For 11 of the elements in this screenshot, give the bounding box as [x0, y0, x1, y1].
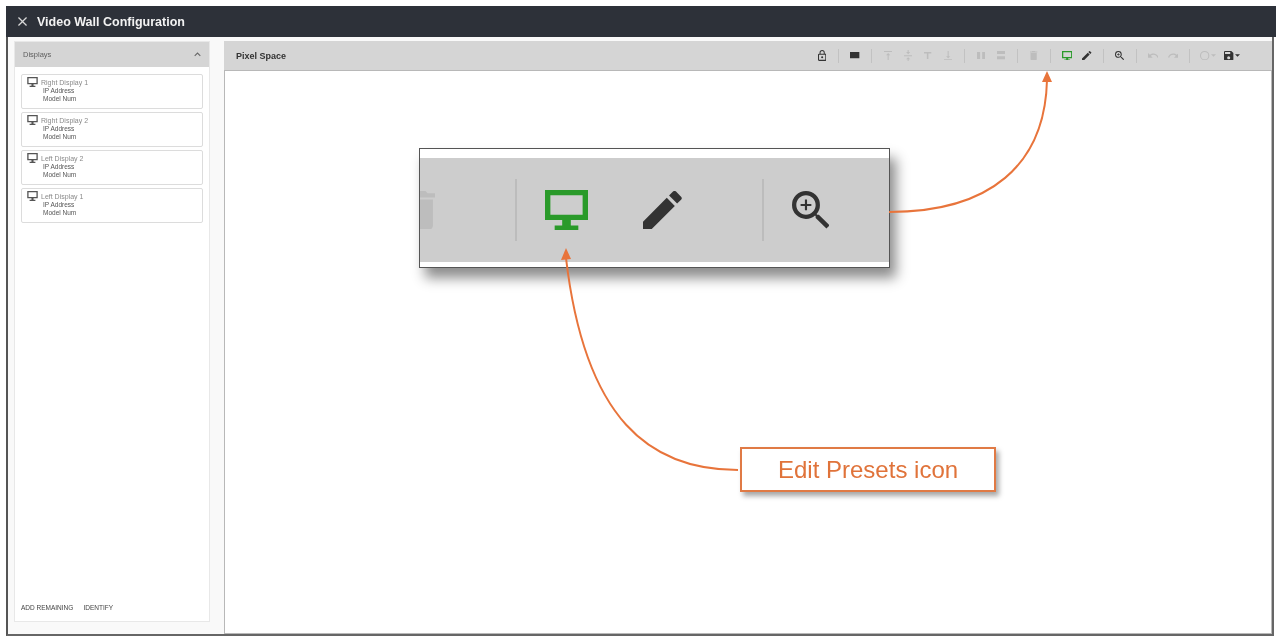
close-button[interactable]	[18, 17, 27, 26]
monitor-icon	[27, 77, 38, 87]
monitor-icon	[27, 115, 38, 125]
caret-icon	[1234, 54, 1240, 57]
window-title: Video Wall Configuration	[37, 14, 185, 29]
monitor-icon	[27, 191, 38, 201]
monitor-icon	[27, 153, 38, 163]
canvas-title: Pixel Space	[236, 50, 287, 61]
close-icon	[18, 17, 27, 26]
callout-label: Edit Presets icon	[740, 447, 997, 492]
chevron-icon[interactable]	[194, 52, 201, 57]
